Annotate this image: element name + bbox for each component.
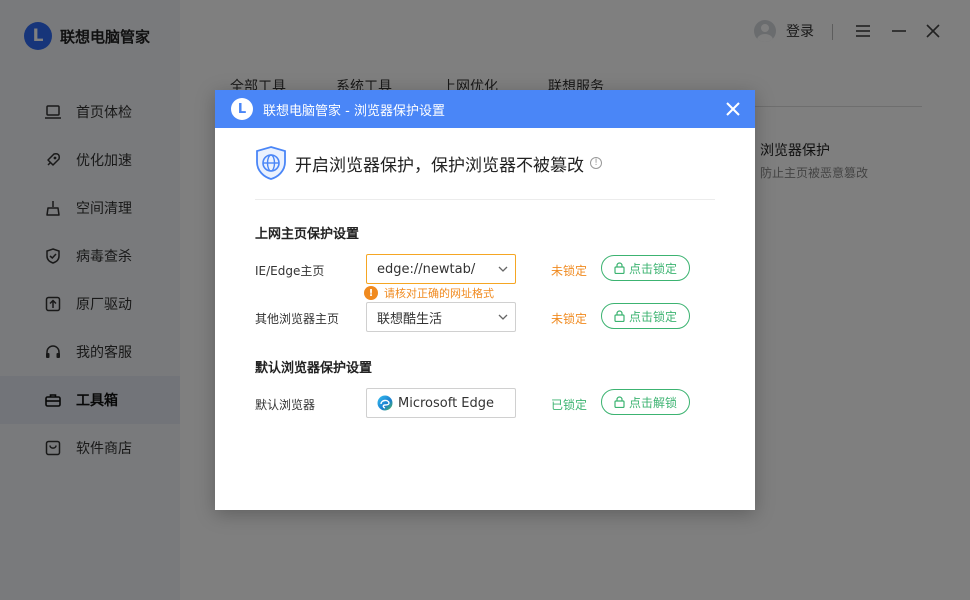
other-browser-lock-button[interactable]: 点击锁定 [601, 303, 690, 329]
lock-icon [614, 396, 625, 408]
ie-edge-label: IE/Edge主页 [255, 264, 325, 278]
dialog-close-button[interactable] [723, 99, 743, 119]
default-browser-unlock-button[interactable]: 点击解锁 [601, 389, 690, 415]
ie-edge-status: 未锁定 [551, 264, 588, 278]
dialog-title: 联想电脑管家 - 浏览器保护设置 [263, 103, 445, 119]
lock-button-label: 点击锁定 [628, 309, 677, 324]
ie-edge-lock-button[interactable]: 点击锁定 [601, 255, 690, 281]
divider [255, 199, 715, 200]
lock-button-label: 点击锁定 [628, 261, 677, 276]
chevron-down-icon [498, 266, 508, 272]
edge-browser-icon [377, 395, 393, 411]
default-browser-label: 默认浏览器 [255, 398, 316, 412]
warning-icon: ! [364, 286, 378, 300]
ie-edge-value: edge://newtab/ [377, 261, 476, 277]
url-format-warning: ! 请核对正确的网址格式 [364, 285, 494, 301]
info-icon[interactable]: ! [590, 157, 602, 169]
close-icon [726, 102, 740, 116]
default-browser-status: 已锁定 [551, 398, 588, 412]
lock-icon [614, 310, 625, 322]
dialog-header: L 联想电脑管家 - 浏览器保护设置 [215, 90, 755, 128]
homepage-section-title: 上网主页保护设置 [255, 227, 360, 242]
hero-text: 开启浏览器保护，保护浏览器不被篡改 [295, 155, 584, 176]
browser-protect-dialog: L 联想电脑管家 - 浏览器保护设置 开启浏览器保护，保护浏览器不被篡改 ! 上… [215, 90, 755, 510]
other-browser-value: 联想酷生活 [377, 311, 443, 327]
lock-icon [614, 262, 625, 274]
lenovo-logo-icon: L [231, 98, 253, 120]
ie-edge-homepage-select[interactable]: edge://newtab/ [366, 254, 516, 284]
other-browser-homepage-select[interactable]: 联想酷生活 [366, 302, 516, 332]
warning-text: 请核对正确的网址格式 [384, 287, 494, 300]
other-browser-status: 未锁定 [551, 312, 588, 326]
default-browser-section-title: 默认浏览器保护设置 [255, 361, 373, 376]
default-browser-field: Microsoft Edge [366, 388, 516, 418]
other-browser-label: 其他浏览器主页 [255, 312, 340, 326]
chevron-down-icon [498, 314, 508, 320]
hero: 开启浏览器保护，保护浏览器不被篡改 ! [255, 146, 602, 180]
default-browser-value: Microsoft Edge [398, 395, 495, 411]
shield-globe-icon [256, 146, 286, 180]
unlock-button-label: 点击解锁 [628, 395, 677, 410]
